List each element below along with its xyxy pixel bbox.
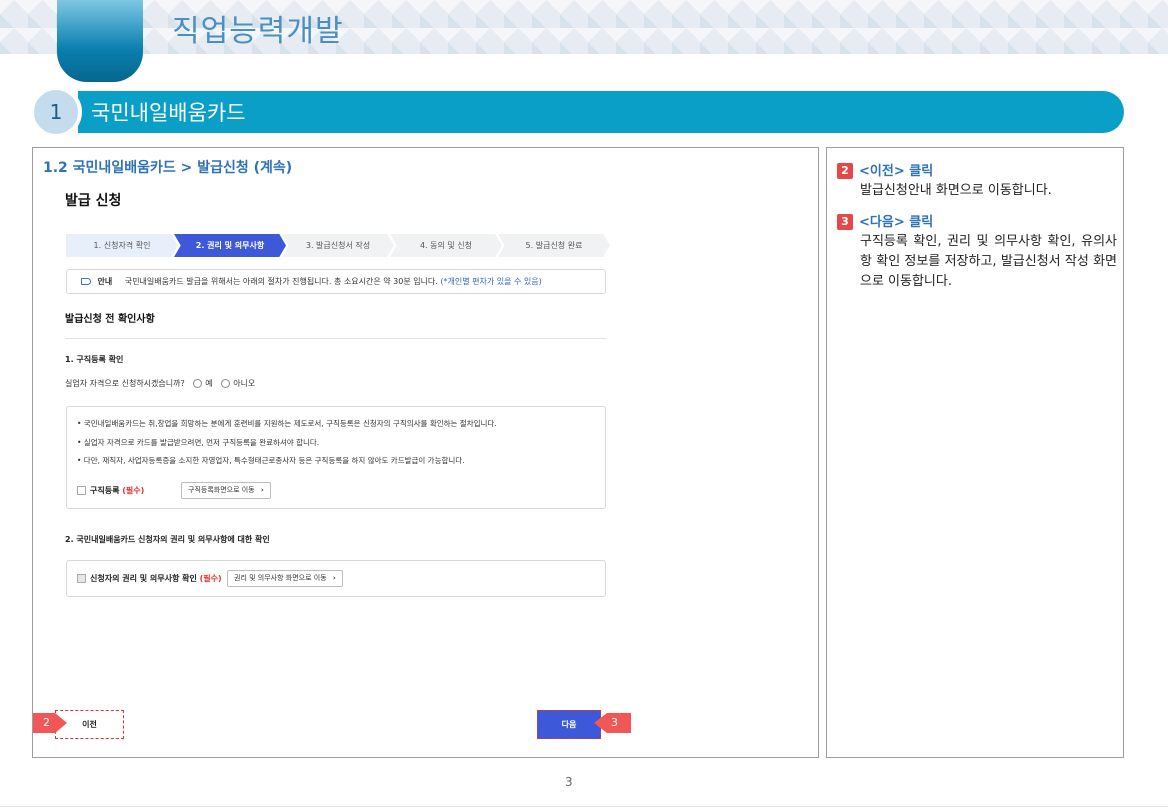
rights-duties-title: 2. 국민내일배움카드 신청자의 권리 및 의무사항에 대한 확인	[65, 535, 270, 544]
prev-button[interactable]: 이전	[55, 710, 124, 739]
divider	[65, 338, 606, 339]
job-registration-title: 1. 구직등록 확인	[65, 355, 124, 364]
question-text: 실업자 자격으로 신청하시겠습니까?	[65, 379, 185, 388]
rights-duties-check: 신청자의 권리 및 의무사항 확인 (필수)	[77, 573, 222, 584]
radio-yes-label: 예	[205, 379, 213, 388]
required-mark: (필수)	[122, 486, 145, 495]
notice-highlight: (*개인별 편차가 있을 수 있음)	[440, 277, 542, 286]
note-next-head: 3 <다음> 클릭	[837, 211, 1117, 230]
step-5: 5. 발급신청 완료	[498, 234, 610, 257]
apply-heading: 발급 신청	[65, 193, 122, 209]
info-line: • 다만, 재직자, 사업자등록증을 소지한 자영업자, 특수형태근로종사자 등…	[77, 456, 465, 465]
rights-duties-box: 신청자의 권리 및 의무사항 확인 (필수) 권리 및 의무사항 화면으로 이동…	[66, 560, 606, 597]
note-prev: 2 <이전> 클릭 발급신청안내 화면으로 이동합니다.	[837, 160, 1117, 201]
check-title: 발급신청 전 확인사항	[65, 314, 155, 325]
note-prev-title: <이전> 클릭	[859, 164, 934, 179]
step-2-active: 2. 권리 및 의무사항	[174, 234, 286, 257]
note-badge: 2	[837, 163, 853, 179]
progress-stepper: 1. 신청자격 확인 2. 권리 및 의무사항 3. 발급신청서 작성 4. 동…	[66, 234, 610, 257]
notice-bar: 안내 국민내일배움카드 발급을 위해서는 아래의 절차가 진행됩니다. 총 소요…	[66, 269, 606, 294]
job-registration-label: 구직등록	[90, 486, 120, 495]
go-job-registration-button[interactable]: 구직등록화면으로 이동 ›	[181, 482, 271, 499]
section-title: 국민내일배움카드	[91, 101, 246, 125]
note-prev-head: 2 <이전> 클릭	[837, 160, 1117, 179]
rights-duties-checkbox[interactable]	[77, 574, 86, 583]
page-title: 직업능력개발	[172, 14, 344, 49]
note-next: 3 <다음> 클릭 구직등록 확인, 권리 및 의무사항 확인, 유의사항 확인 …	[837, 211, 1117, 292]
megaphone-icon	[81, 278, 91, 285]
required-mark: (필수)	[199, 574, 222, 583]
note-prev-body: 발급신청안내 화면으로 이동합니다.	[860, 183, 1052, 198]
job-registration-check: 구직등록 (필수)	[77, 485, 144, 496]
screenshot-panel: 1.2 국민내일배움카드 > 발급신청 (계속) 발급 신청 1. 신청자격 확…	[32, 147, 819, 758]
go-rights-duties-label: 권리 및 의무사항 화면으로 이동	[234, 574, 327, 582]
info-line: • 실업자 자격으로 카드를 발급받으려면, 먼저 구직등록을 완료하셔야 합니…	[77, 438, 320, 447]
note-badge: 3	[837, 214, 853, 230]
info-line: • 국민내일배움카드는 취,창업을 희망하는 분에게 훈련비를 지원하는 제도로…	[77, 419, 497, 428]
description-panel: 2 <이전> 클릭 발급신청안내 화면으로 이동합니다. 3 <다음> 클릭 구직등…	[826, 147, 1124, 758]
radio-no[interactable]	[221, 379, 231, 388]
rights-duties-label: 신청자의 권리 및 의무사항 확인	[90, 574, 197, 583]
job-registration-info-box: • 국민내일배움카드는 취,창업을 희망하는 분에게 훈련비를 지원하는 제도로…	[66, 406, 606, 509]
step-4: 4. 동의 및 신청	[390, 234, 502, 257]
footer-line	[0, 806, 1168, 807]
section-number-badge: 1	[30, 86, 82, 138]
header-tab-decoration	[57, 0, 143, 82]
step-1: 1. 신청자격 확인	[66, 234, 178, 257]
chevron-right-icon: ›	[332, 574, 336, 582]
go-job-registration-label: 구직등록화면으로 이동	[188, 486, 255, 494]
next-button[interactable]: 다음	[537, 710, 601, 739]
sub-heading: 1.2 국민내일배움카드 > 발급신청 (계속)	[43, 160, 293, 176]
job-registration-checkbox[interactable]	[77, 486, 86, 495]
page-number: 3	[565, 775, 573, 789]
notice-text: 국민내일배움카드 발급을 위해서는 아래의 절차가 진행됩니다. 총 소요시간은…	[124, 277, 438, 286]
radio-no-label: 아니오	[233, 379, 256, 388]
notice-tag: 안내	[97, 277, 113, 286]
unemployed-question: 실업자 자격으로 신청하시겠습니까? 예 아니오	[65, 378, 255, 389]
radio-yes[interactable]	[193, 379, 203, 388]
step-3: 3. 발급신청서 작성	[282, 234, 394, 257]
chevron-right-icon: ›	[260, 486, 264, 494]
go-rights-duties-button[interactable]: 권리 및 의무사항 화면으로 이동 ›	[227, 570, 343, 587]
note-next-body: 구직등록 확인, 권리 및 의무사항 확인, 유의사항 확인 정보를 저장하고,…	[860, 234, 1117, 289]
note-next-title: <다음> 클릭	[859, 215, 934, 230]
